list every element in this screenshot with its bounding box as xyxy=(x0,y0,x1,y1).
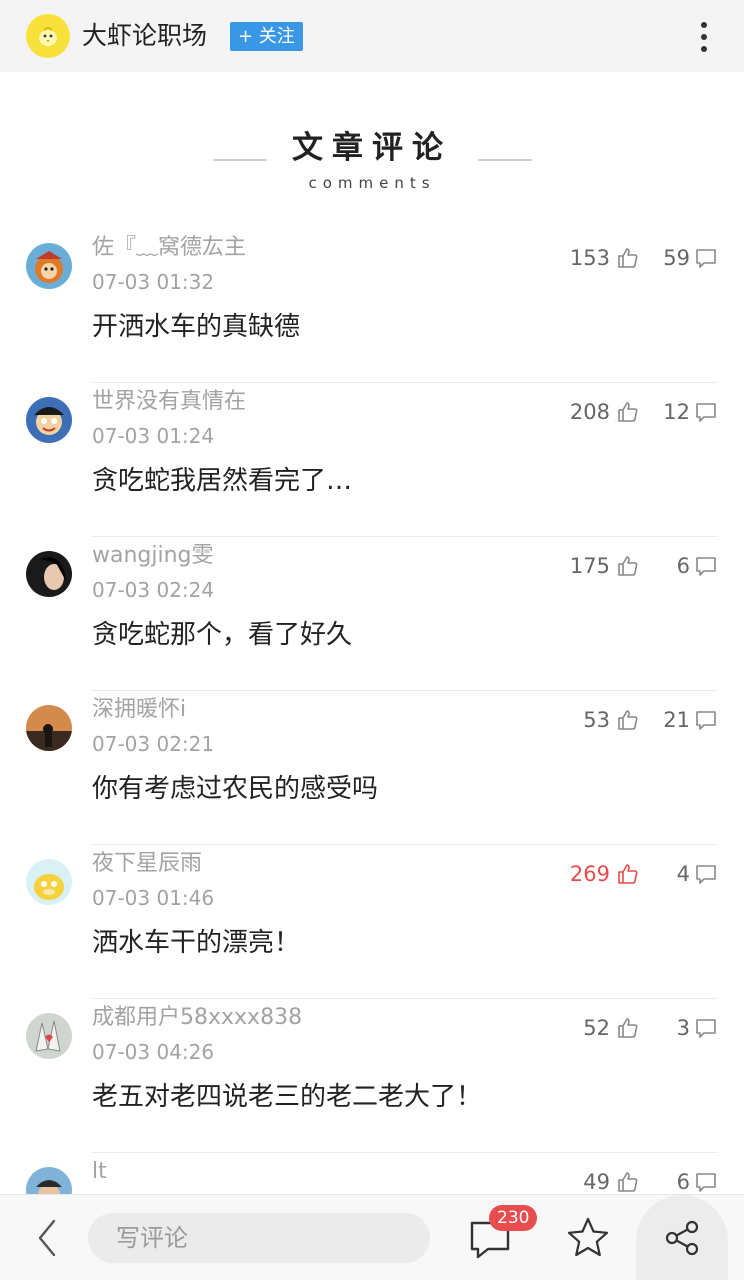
user-avatar[interactable] xyxy=(26,859,72,905)
comment-item: 世界没有真情在 07-03 01:24 贪吃蛇我居然看完了… 208 12 xyxy=(0,383,744,537)
like-count: 49 xyxy=(583,1170,610,1194)
thumbs-up-icon xyxy=(618,710,638,730)
thumbs-up-icon xyxy=(618,1018,638,1038)
reply-count: 4 xyxy=(676,862,690,886)
comment-input[interactable]: 写评论 xyxy=(88,1213,430,1263)
like-count: 208 xyxy=(569,400,610,424)
like-count: 153 xyxy=(569,246,610,270)
reply-count: 6 xyxy=(676,554,690,578)
reply-bubble-icon xyxy=(696,249,716,268)
title-right-line xyxy=(478,159,532,161)
comment-text: 洒水车干的漂亮！ xyxy=(92,928,301,958)
comment-time: 07-03 01:32 xyxy=(92,270,215,294)
more-icon[interactable] xyxy=(692,20,716,54)
user-avatar[interactable] xyxy=(26,551,72,597)
comment-time: 07-03 01:24 xyxy=(92,424,215,448)
like-count: 52 xyxy=(583,1016,610,1040)
share-icon xyxy=(665,1220,699,1256)
chick-logo-icon xyxy=(39,27,57,46)
reply-button[interactable]: 4 xyxy=(677,859,718,889)
thumbs-up-icon xyxy=(618,864,638,884)
like-count: 53 xyxy=(583,708,610,732)
top-header: 大虾论职场 + 关注 xyxy=(0,0,744,72)
user-avatar[interactable] xyxy=(26,1013,72,1059)
comment-item: 夜下星辰雨 07-03 01:46 洒水车干的漂亮！ 269 4 xyxy=(0,845,744,999)
section-subtitle: comments xyxy=(308,174,436,192)
username[interactable]: 成都用户58xxxx838 xyxy=(92,1003,302,1033)
share-button[interactable] xyxy=(636,1195,728,1280)
reply-count: 3 xyxy=(676,1016,690,1040)
reply-button[interactable]: 3 xyxy=(677,1013,718,1043)
user-avatar[interactable] xyxy=(26,243,72,289)
like-button[interactable]: 208 xyxy=(570,397,640,427)
reply-bubble-icon xyxy=(696,1019,716,1038)
thumbs-up-icon xyxy=(618,1172,638,1192)
reply-button[interactable]: 12 xyxy=(663,397,718,427)
reply-bubble-icon xyxy=(696,711,716,730)
reply-bubble-icon xyxy=(696,557,716,576)
section-title: 文章评论 xyxy=(292,130,452,166)
comment-time: 07-03 02:24 xyxy=(92,578,215,602)
reply-button[interactable]: 6 xyxy=(677,551,718,581)
account-avatar[interactable] xyxy=(26,14,70,58)
reply-button[interactable]: 6 xyxy=(677,1167,718,1197)
like-button[interactable]: 52 xyxy=(583,1013,640,1043)
like-count: 175 xyxy=(569,554,610,578)
reply-count: 59 xyxy=(663,246,690,270)
reply-count: 12 xyxy=(663,400,690,424)
account-name[interactable]: 大虾论职场 xyxy=(82,19,207,53)
thumbs-up-icon xyxy=(618,402,638,422)
reply-count: 21 xyxy=(663,708,690,732)
reply-count: 6 xyxy=(676,1170,690,1194)
thumbs-up-icon xyxy=(618,556,638,576)
comment-item: 成都用户58xxxx838 07-03 04:26 老五对老四说老三的老二老大了… xyxy=(0,999,744,1153)
follow-button[interactable]: + 关注 xyxy=(230,22,303,51)
comment-text: 贪吃蛇那个，看了好久 xyxy=(92,620,353,650)
comment-time: 07-03 01:46 xyxy=(92,886,215,910)
comment-item: wangjing雯 07-03 02:24 贪吃蛇那个，看了好久 175 6 xyxy=(0,537,744,691)
like-button[interactable]: 53 xyxy=(583,705,640,735)
comment-item: 深拥暖怀i 07-03 02:21 你有考虑过农民的感受吗 53 21 xyxy=(0,691,744,845)
username[interactable]: 夜下星辰雨 xyxy=(92,849,202,879)
reply-button[interactable]: 21 xyxy=(663,705,718,735)
comment-time: 07-03 04:26 xyxy=(92,1040,215,1064)
reply-bubble-icon xyxy=(696,865,716,884)
user-avatar[interactable] xyxy=(26,705,72,751)
like-count: 269 xyxy=(569,862,610,886)
username[interactable]: 深拥暖怀i xyxy=(92,695,186,725)
comment-text: 开洒水车的真缺德 xyxy=(92,312,301,342)
bottom-toolbar: 写评论 230 xyxy=(0,1194,744,1280)
comment-text: 贪吃蛇我居然看完了… xyxy=(92,466,353,496)
like-button[interactable]: 49 xyxy=(583,1167,640,1197)
username[interactable]: lt xyxy=(92,1157,107,1187)
comment-input-placeholder: 写评论 xyxy=(116,1224,188,1252)
comment-count-badge: 230 xyxy=(489,1205,538,1231)
user-avatar[interactable] xyxy=(26,397,72,443)
comment-time: 07-03 02:21 xyxy=(92,732,215,756)
username[interactable]: wangjing雯 xyxy=(92,541,214,571)
comment-text: 老五对老四说老三的老二老大了！ xyxy=(92,1082,483,1112)
reply-button[interactable]: 59 xyxy=(663,243,718,273)
like-button[interactable]: 153 xyxy=(570,243,640,273)
like-button[interactable]: 175 xyxy=(570,551,640,581)
reply-bubble-icon xyxy=(696,403,716,422)
reply-bubble-icon xyxy=(696,1173,716,1192)
thumbs-up-icon xyxy=(618,248,638,268)
username[interactable]: 世界没有真情在 xyxy=(92,387,246,417)
star-icon[interactable] xyxy=(565,1215,611,1265)
like-button[interactable]: 269 xyxy=(570,859,640,889)
comment-item: 佐『﹏窝德厷主 07-03 01:32 开洒水车的真缺德 153 59 xyxy=(0,229,744,383)
username[interactable]: 佐『﹏窝德厷主 xyxy=(92,233,246,263)
back-icon[interactable] xyxy=(34,1217,62,1263)
comment-text: 你有考虑过农民的感受吗 xyxy=(92,774,379,804)
